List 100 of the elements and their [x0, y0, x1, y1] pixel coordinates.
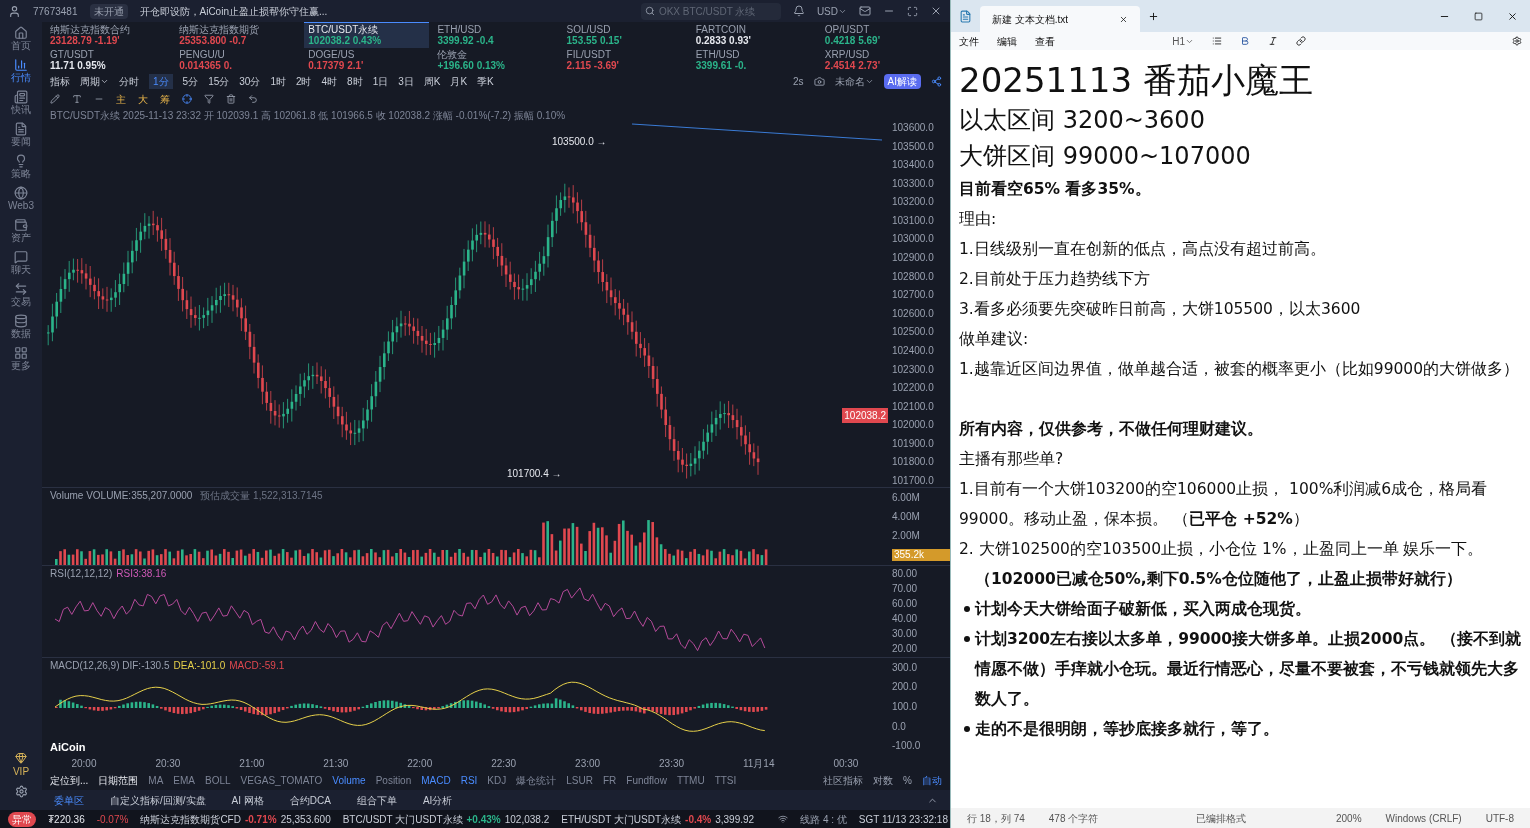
sidebar-item[interactable]: 要闻 [11, 122, 31, 148]
vip-button[interactable]: VIP [12, 752, 30, 779]
sidebar-item[interactable]: 策略 [11, 154, 31, 180]
indicator-toggle[interactable]: EMA [173, 772, 195, 788]
overlay-toggle[interactable]: 大 [138, 91, 148, 107]
document-tab[interactable]: 新建 文本文档.txt [980, 6, 1140, 32]
ticker-tab[interactable]: FIL/USDT 2.115 -3.69' [562, 47, 688, 72]
menu-item[interactable]: 文件 [959, 33, 979, 49]
sidebar-item[interactable]: 快讯 [11, 90, 31, 116]
period-tab[interactable]: 分时 [119, 73, 139, 89]
sidebar-item[interactable]: 行情 [11, 58, 31, 84]
list-icon[interactable] [1212, 36, 1222, 46]
indicator-toggle[interactable]: VEGAS_TOMATO [240, 772, 323, 788]
currency-dropdown[interactable]: USD [816, 3, 847, 19]
indicator-toggle[interactable]: Fundflow [626, 772, 667, 788]
community-indicator-button[interactable]: 社区指标 [823, 772, 864, 788]
indicator-toggle[interactable]: TTMU [676, 772, 705, 788]
sidebar-item[interactable]: 更多 [11, 346, 31, 372]
date-range-button[interactable]: 日期范围 [98, 772, 139, 788]
sidebar-item[interactable]: 资产 [11, 218, 31, 244]
period-tab[interactable]: 月K [450, 73, 468, 89]
log-scale-button[interactable]: 对数 [873, 772, 894, 788]
period-dropdown[interactable]: 周期 [80, 73, 109, 89]
account-avatar-icon[interactable] [8, 4, 21, 18]
new-tab-icon[interactable] [1148, 10, 1159, 22]
crosshair-icon[interactable] [182, 94, 192, 104]
period-tab[interactable]: 4时 [321, 73, 338, 89]
share-icon[interactable] [931, 75, 942, 87]
indicator-toggle[interactable]: MACD [421, 772, 451, 788]
period-tab[interactable]: 周K [423, 73, 441, 89]
overlay-toggle[interactable]: 筹 [160, 91, 170, 107]
indicator-toggle[interactable]: FR [602, 772, 617, 788]
notification-bell-icon[interactable] [792, 5, 805, 17]
ticker-tab[interactable]: BTC/USDT永续 102038.2 0.43% [304, 22, 430, 48]
settings-icon[interactable] [1512, 36, 1522, 46]
period-tab[interactable]: 8时 [347, 73, 363, 89]
close-tab-icon[interactable] [1119, 14, 1128, 24]
ticker-tab[interactable]: XRP/USD 2.4514 2.73' [820, 47, 946, 72]
alert-badge[interactable]: 异常 [8, 811, 36, 827]
bottom-panel-tab[interactable]: 合约DCA [289, 792, 331, 808]
pencil-icon[interactable] [50, 94, 60, 104]
indicator-toggle[interactable]: TTSI [714, 772, 737, 788]
indicator-toggle[interactable]: KDJ [487, 772, 507, 788]
italic-icon[interactable] [1268, 36, 1278, 46]
maximize-icon[interactable] [1474, 11, 1483, 21]
period-tab[interactable]: 1日 [372, 73, 389, 89]
bottom-panel-tab[interactable]: 组合下单 [356, 792, 397, 808]
ticker-tab[interactable]: 伦敦金 +196.60 0.13% [433, 47, 559, 72]
ticker-tab[interactable]: OP/USDT 0.4218 5.69' [820, 22, 946, 48]
sidebar-item[interactable]: 聊天 [11, 250, 31, 276]
bottom-panel-tab[interactable]: 委单区 [54, 792, 84, 808]
ticker-tab[interactable]: GT/USDT 11.71 0.95% [46, 47, 172, 72]
indicator-toggle[interactable]: RSI [460, 772, 478, 788]
text-tool-icon[interactable] [72, 94, 82, 104]
link-icon[interactable] [1296, 36, 1306, 46]
period-tab[interactable]: 季K [477, 73, 494, 89]
layout-dropdown[interactable]: 未命名 [834, 73, 874, 89]
period-tab[interactable]: 5分 [182, 73, 199, 89]
indicator-menu[interactable]: 指标 [50, 73, 70, 89]
fullscreen-icon[interactable] [907, 5, 918, 17]
auto-scale-button[interactable]: 自动 [922, 772, 942, 788]
period-tab[interactable]: 3日 [398, 73, 414, 89]
ticker-tab[interactable]: PENGU/U 0.014365 0. [175, 47, 301, 72]
overlay-toggle[interactable]: 主 [116, 91, 126, 107]
percent-scale-button[interactable]: % [903, 772, 912, 788]
indicator-toggle[interactable]: BOLL [205, 772, 231, 788]
indicator-toggle[interactable]: 爆仓统计 [516, 772, 557, 788]
ticker-tab[interactable]: ETH/USD 3399.92 -0.4 [433, 22, 559, 48]
period-tab[interactable]: 1时 [270, 73, 286, 89]
mail-icon[interactable] [859, 5, 871, 17]
period-tab[interactable]: 30分 [239, 73, 261, 89]
locate-button[interactable]: 定位到... [50, 772, 89, 788]
sidebar-item[interactable]: Web3 [8, 186, 34, 212]
ai-interpret-button[interactable]: AI解读 [883, 73, 921, 89]
ticker-tab[interactable]: 纳斯达克指数期货 25353.800 -0.7 [175, 22, 301, 48]
menu-item[interactable]: 查看 [1035, 33, 1055, 49]
sidebar-item[interactable]: 首页 [11, 26, 31, 52]
ticker-tab[interactable]: DOGE/US 0.17379 2.1' [304, 47, 430, 72]
trash-icon[interactable] [226, 94, 236, 104]
bottom-panel-tab[interactable]: AI 网格 [231, 792, 264, 808]
ticker-tab[interactable]: ETH/USD 3399.61 -0. [691, 47, 817, 72]
plan-badge[interactable]: 未开通 [89, 3, 128, 19]
camera-icon[interactable] [813, 75, 825, 87]
indicator-toggle[interactable]: Position [375, 772, 412, 788]
ticker-tab[interactable]: 纳斯达克指数合约 23128.79 -1.19' [46, 22, 172, 48]
close-icon[interactable] [930, 5, 942, 17]
indicator-toggle[interactable]: Volume [332, 772, 366, 788]
settings-icon[interactable] [14, 785, 28, 798]
ticker-tab[interactable]: FARTCOIN 0.2833 0.93' [691, 22, 817, 48]
heading-dropdown[interactable]: H1 [1172, 33, 1194, 49]
period-tab[interactable]: 15分 [208, 73, 230, 89]
bottom-panel-tab[interactable]: AI分析 [422, 792, 453, 808]
close-icon[interactable] [1507, 10, 1518, 22]
period-tab[interactable]: 2时 [295, 73, 312, 89]
period-tab[interactable]: 1分 [149, 73, 173, 89]
ticker-tab[interactable]: SOL/USD 153.55 0.15' [562, 22, 688, 48]
bottom-panel-tab[interactable]: 自定义指标/回测/实盘 [110, 792, 206, 808]
menu-item[interactable]: 编辑 [997, 33, 1017, 49]
indicator-toggle[interactable]: LSUR [566, 772, 593, 788]
indicator-toggle[interactable]: MA [148, 772, 164, 788]
